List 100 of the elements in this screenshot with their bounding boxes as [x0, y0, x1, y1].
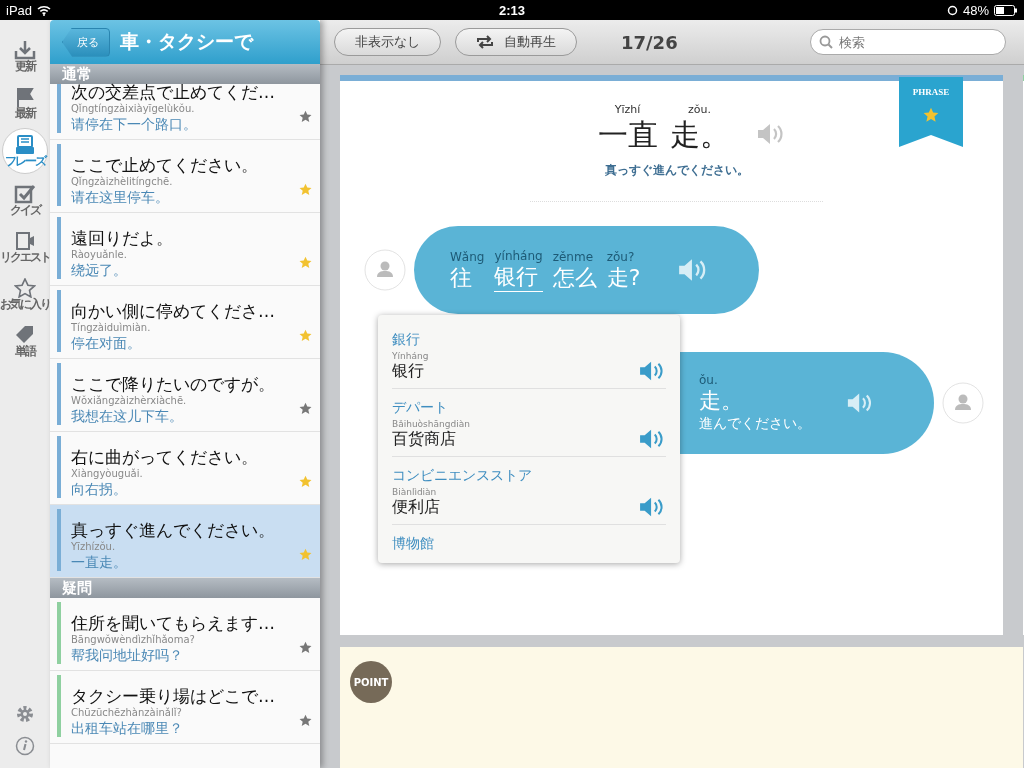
- phrase-pinyin: Tíngzàiduìmiàn.: [71, 322, 152, 334]
- speaker-icon[interactable]: [638, 496, 666, 518]
- tag-icon: [14, 324, 36, 345]
- rail-tab[interactable]: お気に入り: [1, 270, 49, 318]
- entry-pinyin: Bǎihuòshāngdiàn: [392, 419, 470, 429]
- word-entry[interactable]: 博物館: [392, 525, 666, 559]
- phrase-row[interactable]: 住所を聞いてもらえます… Bāngwǒwèndìzhǐhǎoma? 帮我问地址好吗？: [50, 598, 320, 671]
- flag-icon: [14, 86, 36, 107]
- entry-pinyin: Yínháng: [392, 351, 429, 361]
- phrase-title: 真っすぐ進んでください。: [71, 519, 276, 541]
- word-pinyin: zěnme: [552, 249, 595, 264]
- speaker-icon[interactable]: [638, 428, 666, 450]
- search-icon: [819, 35, 833, 49]
- word-pinyin: Wǎng: [450, 249, 485, 264]
- star-icon: [923, 107, 939, 123]
- word-entry[interactable]: デパート Bǎihuòshāngdiàn 百货商店: [392, 389, 666, 457]
- section-header: 通常: [50, 64, 320, 84]
- word-pinyin: yínháng: [494, 248, 543, 263]
- word-pinyin: Yīzhí: [614, 103, 641, 116]
- star-icon[interactable]: [299, 475, 312, 488]
- entry-japanese: コンビニエンスストア: [392, 466, 532, 485]
- bubble-translation: 進んでください。: [699, 415, 812, 433]
- star-icon[interactable]: [299, 256, 312, 269]
- rail-tab[interactable]: クイズ: [1, 176, 49, 224]
- phrase-row[interactable]: 真っすぐ進んでください。 Yīzhízǒu. 一直走。: [50, 505, 320, 578]
- entry-japanese: 博物館: [392, 534, 434, 553]
- word-hanzi: 走。: [669, 116, 730, 154]
- battery-icon: [994, 4, 1018, 16]
- star-icon[interactable]: [299, 641, 312, 654]
- star-icon[interactable]: [299, 714, 312, 727]
- phrase-chinese: 停在对面。: [71, 334, 142, 352]
- phrase-title: ここで降りたいのですが。: [71, 373, 276, 395]
- phrase-row[interactable]: タクシー乗り場はどこで… Chūzūchēzhànzàinǎlǐ? 出租车站在哪里？: [50, 671, 320, 744]
- phrase-row[interactable]: 遠回りだよ。 Ràoyuǎnle. 绕远了。: [50, 213, 320, 286]
- ribbon-label: PHRASE: [911, 87, 951, 97]
- phrase-pinyin: Chūzūchēzhànzàinǎlǐ?: [71, 707, 183, 719]
- phrase-pinyin: Ràoyuǎnle.: [71, 249, 128, 261]
- clock: 2:13: [499, 2, 525, 18]
- phrase-pinyin: Qǐngtíngzàixiàyīgelùkǒu.: [71, 103, 196, 115]
- entry-chinese: 百货商店: [392, 429, 457, 450]
- repeat-icon: [476, 35, 494, 49]
- phrase-pinyin: Xiàngyòuguǎi.: [71, 468, 144, 480]
- info-icon[interactable]: [15, 736, 35, 756]
- phrase-chinese: 帮我问地址好吗？: [71, 646, 184, 664]
- speaker-icon[interactable]: [638, 360, 666, 382]
- phrase-ribbon: [899, 77, 963, 147]
- star-icon[interactable]: [299, 548, 312, 561]
- word-pinyin: ǒu.: [699, 373, 719, 387]
- star-icon[interactable]: [299, 402, 312, 415]
- hide-button[interactable]: 非表示なし: [334, 28, 441, 56]
- rail-tab[interactable]: リクエスト: [1, 223, 49, 271]
- phrase-chinese: 请停在下一个路口。: [71, 115, 198, 133]
- phrase-row[interactable]: 向かい側に停めてくださ… Tíngzàiduìmiàn. 停在对面。: [50, 286, 320, 359]
- phrase-chinese: 请在这里停车。: [71, 188, 170, 206]
- star-icon: [14, 277, 36, 298]
- phrase-title: 次の交差点で止めてくだ…: [71, 81, 276, 103]
- avatar-icon: [942, 382, 984, 424]
- rotation-lock-icon: [946, 4, 958, 16]
- star-icon[interactable]: [299, 110, 312, 123]
- rail-tab[interactable]: 最新: [1, 79, 49, 127]
- wifi-icon: [37, 4, 52, 16]
- rail-tab[interactable]: 単語: [1, 317, 49, 365]
- word-entry[interactable]: 銀行 Yínháng 银行: [392, 321, 666, 389]
- phrase-pinyin: Wǒxiǎngzàizhèrxiàchē.: [71, 395, 188, 407]
- phrase-row[interactable]: ここで降りたいのですが。 Wǒxiǎngzàizhèrxiàchē. 我想在这儿下车。: [50, 359, 320, 432]
- search-field[interactable]: 検索: [810, 29, 1006, 55]
- entry-chinese: 便利店: [392, 497, 441, 518]
- phrase-chinese: 向右拐。: [71, 480, 128, 498]
- download-icon: [14, 39, 36, 60]
- battery-percent: 48%: [962, 2, 989, 18]
- phrase-row[interactable]: 次の交差点で止めてくだ… Qǐngtíngzàixiàyīgelùkǒu. 请停在下一个路口。: [50, 84, 320, 140]
- word-hanzi: 一直: [597, 116, 658, 154]
- phrase-title: 住所を聞いてもらえます…: [71, 612, 276, 634]
- phrase-title: ここで止めてください。: [71, 154, 259, 176]
- section-header: 疑問: [50, 578, 320, 598]
- phrase-chinese: 出租车站在哪里？: [71, 719, 184, 737]
- phrase-title: 向かい側に停めてくださ…: [71, 300, 276, 322]
- phrase-title: 遠回りだよ。: [71, 227, 174, 249]
- word-entry[interactable]: コンビニエンスストア Biànlìdiàn 便利店: [392, 457, 666, 525]
- phrase-chinese: 一直走。: [71, 553, 128, 571]
- entry-pinyin: Biànlìdiàn: [392, 487, 438, 497]
- phrase-pinyin: Qǐngzàizhèlitíngchē.: [71, 176, 174, 188]
- sidebar-title: 車・タクシーで: [120, 29, 253, 54]
- autoplay-button[interactable]: 自動再生: [455, 28, 577, 56]
- book-icon: [14, 134, 36, 155]
- phrase-row[interactable]: 右に曲がってください。 Xiàngyòuguǎi. 向右拐。: [50, 432, 320, 505]
- phrase-row[interactable]: ここで止めてください。 Qǐngzàizhèlitíngchē. 请在这里停车。: [50, 140, 320, 213]
- settings-icon[interactable]: [15, 704, 35, 724]
- point-badge: POINT: [350, 661, 392, 703]
- star-icon[interactable]: [299, 329, 312, 342]
- word-pinyin: zǒu?: [606, 249, 636, 264]
- checkbox-icon: [14, 183, 36, 204]
- entry-japanese: デパート: [392, 398, 449, 417]
- phrase-chinese: 我想在这儿下车。: [71, 407, 184, 425]
- rail-tab[interactable]: フレーズ: [2, 128, 48, 174]
- rail-tab[interactable]: 更新: [1, 32, 49, 80]
- star-icon[interactable]: [299, 183, 312, 196]
- phrase-title: タクシー乗り場はどこで…: [71, 685, 276, 707]
- phrase-pinyin: Bāngwǒwèndìzhǐhǎoma?: [71, 634, 196, 646]
- device-name: iPad: [6, 2, 33, 18]
